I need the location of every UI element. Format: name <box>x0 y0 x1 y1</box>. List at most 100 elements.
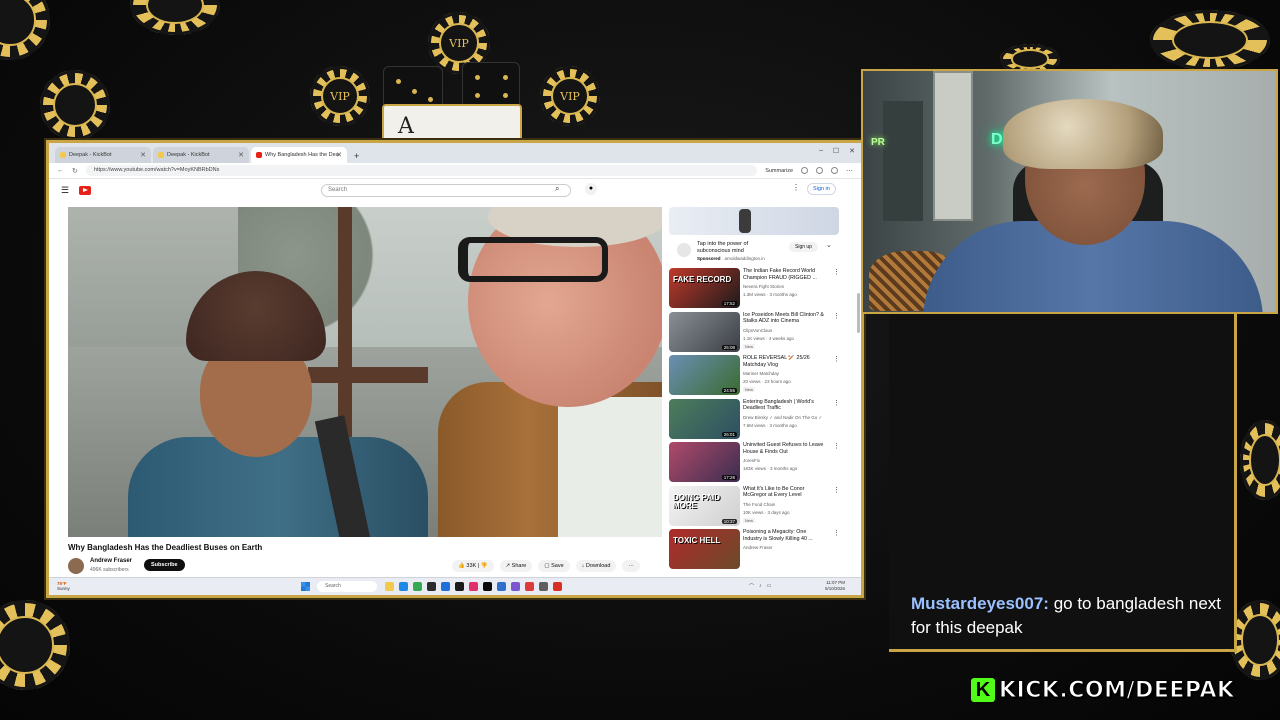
video-options-icon[interactable]: ⋮ <box>833 399 840 407</box>
ad-banner-image[interactable] <box>669 207 839 235</box>
maximize-button[interactable]: ☐ <box>833 147 839 155</box>
scrollbar[interactable] <box>857 293 860 333</box>
battery-icon[interactable]: ▭ <box>767 583 772 590</box>
video-player[interactable] <box>68 207 662 537</box>
settings-dots-icon[interactable]: ⋮ <box>792 183 800 192</box>
video-title[interactable]: The Indian Fake Record World Champion FR… <box>743 268 825 282</box>
ad-card[interactable]: Tap into the power of subconscious mind … <box>669 235 841 267</box>
poker-chip-icon: VIP <box>540 66 600 126</box>
video-thumbnail[interactable]: DOING PAID MORE 10:37 <box>669 485 740 526</box>
video-channel[interactable]: Drew Binsky ✓ and Nadir On The Go ✓ <box>743 415 831 421</box>
taskbar-app-icon[interactable] <box>399 582 408 591</box>
video-options-icon[interactable]: ⋮ <box>833 486 840 494</box>
video-title[interactable]: ROLE REVERSAL 🏏 25/26 Matchday Vlog <box>743 355 825 369</box>
chevron-down-icon[interactable]: ⌄ <box>826 241 832 249</box>
taskbar-app-icon[interactable] <box>385 582 394 591</box>
new-tab-button[interactable]: + <box>349 151 364 163</box>
reload-icon[interactable]: ↻ <box>72 167 78 175</box>
star-icon[interactable] <box>801 167 808 174</box>
share-button[interactable]: ↗ Share <box>499 560 533 572</box>
taskbar-search-input[interactable]: Search <box>317 581 377 592</box>
video-thumbnail[interactable]: 25:08 <box>669 311 740 352</box>
video-options-icon[interactable]: ⋮ <box>833 268 840 276</box>
recommended-video[interactable]: 25:08 Ice Poseidon Meets Bill Clinton? & … <box>669 311 841 355</box>
video-title[interactable]: What It's Like to Be Conor McGregor at E… <box>743 486 825 500</box>
video-channel[interactable]: ClipsVonClaus <box>743 328 831 333</box>
more-actions-button[interactable]: ··· <box>622 560 640 572</box>
profile-icon[interactable] <box>831 167 838 174</box>
browser-tab[interactable]: Deepak - KickBot ✕ <box>55 147 151 163</box>
close-tab-icon[interactable]: ✕ <box>140 151 146 159</box>
recommended-video[interactable]: TOXIC HELL Poisoning a Megacity: One Indu… <box>669 528 841 572</box>
video-options-icon[interactable]: ⋮ <box>833 312 840 320</box>
video-thumbnail[interactable]: TOXIC HELL <box>669 529 740 569</box>
taskbar-app-icon[interactable] <box>441 582 450 591</box>
video-thumbnail[interactable]: 26:01 <box>669 398 740 439</box>
close-window-button[interactable]: ✕ <box>849 147 855 155</box>
taskbar-app-icon[interactable] <box>413 582 422 591</box>
webcam-shelf <box>933 71 973 221</box>
menu-icon[interactable]: ☰ <box>61 185 69 196</box>
taskbar-app-icon[interactable] <box>469 582 478 591</box>
browser-tab-active[interactable]: Why Bangladesh Has the Dea ✕ <box>251 147 347 163</box>
volume-icon[interactable]: ♪ <box>759 583 762 590</box>
recommended-video[interactable]: 26:01 Entering Bangladesh | World's Deadl… <box>669 398 841 442</box>
system-clock[interactable]: 11:07 PM 5/10/2026 <box>825 580 845 593</box>
video-title[interactable]: Entering Bangladesh | World's Deadliest … <box>743 399 825 413</box>
wifi-icon[interactable]: ⌒ <box>749 583 754 590</box>
video-channel[interactable]: Andrew Fraser <box>743 545 831 550</box>
recommended-video[interactable]: 17:28 Uninvited Guest Refuses to Leave Ho… <box>669 441 841 485</box>
subscribe-button[interactable]: Subscribe <box>144 559 185 571</box>
taskbar-app-icon[interactable] <box>483 582 492 591</box>
video-thumbnail[interactable]: 17:28 <box>669 442 740 482</box>
video-channel[interactable]: JoresFix <box>743 458 831 463</box>
video-title[interactable]: Uninvited Guest Refuses to Leave House &… <box>743 442 825 456</box>
channel-name[interactable]: Andrew Fraser <box>90 558 132 564</box>
recommended-video[interactable]: FAKE RECORD 17:52 The Indian Fake Record W… <box>669 267 841 311</box>
youtube-logo-icon[interactable] <box>79 185 92 195</box>
video-channel[interactable]: The Food Chain <box>743 502 831 507</box>
youtube-favicon-icon <box>256 152 262 158</box>
close-tab-icon[interactable]: ✕ <box>238 151 244 159</box>
recommended-video[interactable]: 24:55 ROLE REVERSAL 🏏 25/26 Matchday Vlog… <box>669 354 841 398</box>
video-title[interactable]: Poisoning a Megacity: One Industry is Sl… <box>743 529 825 543</box>
taskbar-app-icon[interactable] <box>525 582 534 591</box>
search-icon[interactable]: ⌕ <box>555 184 559 194</box>
like-button[interactable]: 👍 33K | 👎 <box>452 560 494 572</box>
minimize-button[interactable]: – <box>819 147 823 155</box>
video-options-icon[interactable]: ⋮ <box>833 442 840 450</box>
taskbar-app-icon[interactable] <box>511 582 520 591</box>
video-title[interactable]: Ice Poseidon Meets Bill Clinton? & Stalk… <box>743 312 825 326</box>
taskbar-app-icon[interactable] <box>497 582 506 591</box>
url-field[interactable]: https://www.youtube.com/watch?v=MoyKNBRb… <box>85 165 758 176</box>
extensions-icon[interactable] <box>816 167 823 174</box>
new-badge: New <box>743 387 756 392</box>
back-icon[interactable]: ← <box>57 167 64 174</box>
taskbar-app-icon[interactable] <box>427 582 436 591</box>
sign-in-button[interactable]: Sign in <box>807 183 836 195</box>
video-thumbnail[interactable]: 24:55 <box>669 355 740 395</box>
channel-avatar[interactable] <box>68 558 84 574</box>
browser-menu-icon[interactable]: ⋯ <box>846 167 853 175</box>
close-tab-icon[interactable]: ✕ <box>336 151 342 159</box>
taskbar-app-icon[interactable] <box>455 582 464 591</box>
save-button[interactable]: ▢ Save <box>538 560 570 572</box>
video-channel[interactable]: Nevera Fight Stories <box>743 284 831 289</box>
download-button[interactable]: ↓ Download <box>575 560 617 572</box>
ad-signup-button[interactable]: Sign up <box>789 242 818 252</box>
summarize-button[interactable]: Summarize <box>765 168 793 174</box>
video-options-icon[interactable]: ⋮ <box>833 355 840 363</box>
taskbar-app-icon[interactable] <box>553 582 562 591</box>
video-channel[interactable]: Mariner Matchday <box>743 371 831 376</box>
weather-widget[interactable]: 75°F Sunny <box>57 581 70 591</box>
video-options-icon[interactable]: ⋮ <box>833 529 840 537</box>
search-input[interactable]: Search <box>321 184 571 197</box>
microphone-icon[interactable]: ● <box>585 183 597 195</box>
video-thumbnail[interactable]: FAKE RECORD 17:52 <box>669 268 740 308</box>
recommended-video[interactable]: DOING PAID MORE 10:37 What It's Like to Be… <box>669 485 841 529</box>
taskbar-app-icon[interactable] <box>539 582 548 591</box>
windows-start-icon[interactable] <box>301 582 310 591</box>
browser-window: Deepak - KickBot ✕ Deepak - KickBot ✕ Why … <box>46 140 864 598</box>
browser-tab[interactable]: Deepak - KickBot ✕ <box>153 147 249 163</box>
poker-chip-icon <box>1150 10 1270 70</box>
